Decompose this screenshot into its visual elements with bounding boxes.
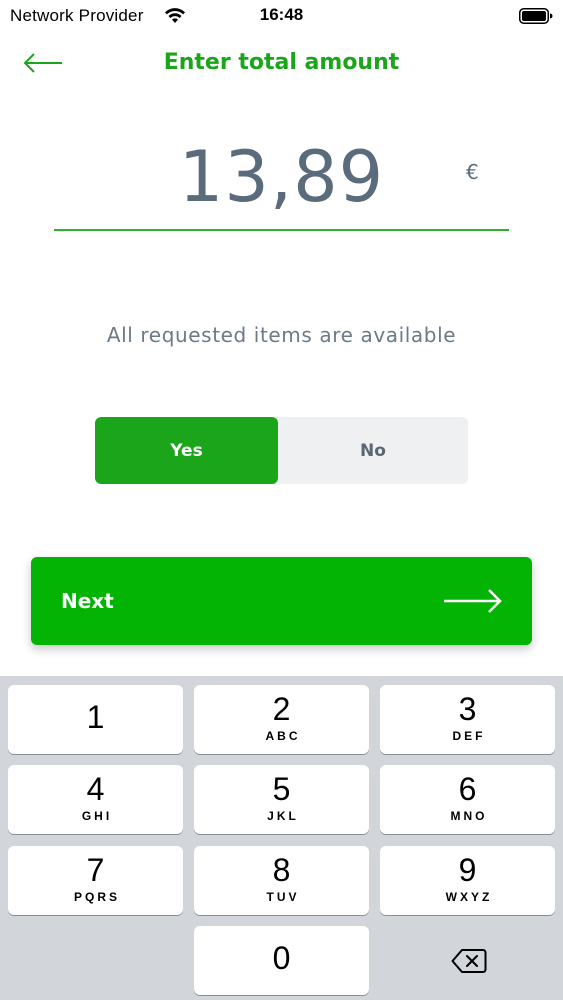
key-2[interactable]: 2 ABC bbox=[194, 685, 369, 754]
backspace-icon bbox=[451, 949, 487, 973]
availability-text: All requested items are available bbox=[106, 323, 457, 347]
toggle-yes[interactable]: Yes bbox=[95, 417, 278, 484]
key-7-digit: 7 bbox=[86, 852, 105, 888]
currency-symbol: € bbox=[466, 160, 479, 184]
next-button-label: Next bbox=[61, 589, 114, 613]
status-bar: Network Provider 16:48 bbox=[0, 0, 563, 32]
key-4-letters: GHI bbox=[81, 809, 113, 823]
amount-value: 13,89 bbox=[178, 136, 385, 218]
key-9-digit: 9 bbox=[458, 852, 477, 888]
availability-toggle: Yes No bbox=[95, 417, 468, 484]
key-5-digit: 5 bbox=[272, 771, 291, 807]
key-8-digit: 8 bbox=[272, 852, 291, 888]
key-5[interactable]: 5 JKL bbox=[194, 765, 369, 834]
key-4-digit: 4 bbox=[86, 771, 105, 807]
key-3-digit: 3 bbox=[458, 691, 477, 727]
delete-key[interactable] bbox=[380, 926, 555, 995]
battery-icon bbox=[519, 8, 553, 24]
arrow-right-icon bbox=[444, 589, 502, 613]
status-time: 16:48 bbox=[259, 5, 304, 24]
amount-underline bbox=[54, 229, 509, 231]
key-9[interactable]: 9 WXYZ bbox=[380, 846, 555, 915]
key-6-digit: 6 bbox=[458, 771, 477, 807]
key-3[interactable]: 3 DEF bbox=[380, 685, 555, 754]
key-0[interactable]: 0 bbox=[194, 926, 369, 995]
key-7[interactable]: 7 PQRS bbox=[8, 846, 183, 915]
key-2-letters: ABC bbox=[265, 729, 301, 743]
key-0-digit: 0 bbox=[272, 940, 291, 976]
key-9-letters: WXYZ bbox=[445, 890, 493, 904]
key-1-digit: 1 bbox=[86, 699, 105, 735]
key-4[interactable]: 4 GHI bbox=[8, 765, 183, 834]
key-8[interactable]: 8 TUV bbox=[194, 846, 369, 915]
key-2-digit: 2 bbox=[272, 691, 291, 727]
toggle-no[interactable]: No bbox=[278, 417, 468, 484]
key-7-letters: PQRS bbox=[73, 890, 120, 904]
key-6[interactable]: 6 MNO bbox=[380, 765, 555, 834]
nav-header: Enter total amount bbox=[0, 40, 563, 90]
key-5-letters: JKL bbox=[267, 809, 299, 823]
next-button[interactable]: Next bbox=[31, 557, 532, 645]
key-8-letters: TUV bbox=[266, 890, 300, 904]
numeric-keyboard: 1 2 ABC 3 DEF 4 GHI 5 JKL 6 MNO 7 PQRS 8… bbox=[0, 676, 563, 1000]
page-title: Enter total amount bbox=[163, 50, 400, 75]
amount-input[interactable]: 13,89 € bbox=[54, 130, 509, 232]
key-6-letters: MNO bbox=[450, 809, 488, 823]
key-1[interactable]: 1 bbox=[8, 685, 183, 754]
key-3-letters: DEF bbox=[452, 729, 486, 743]
